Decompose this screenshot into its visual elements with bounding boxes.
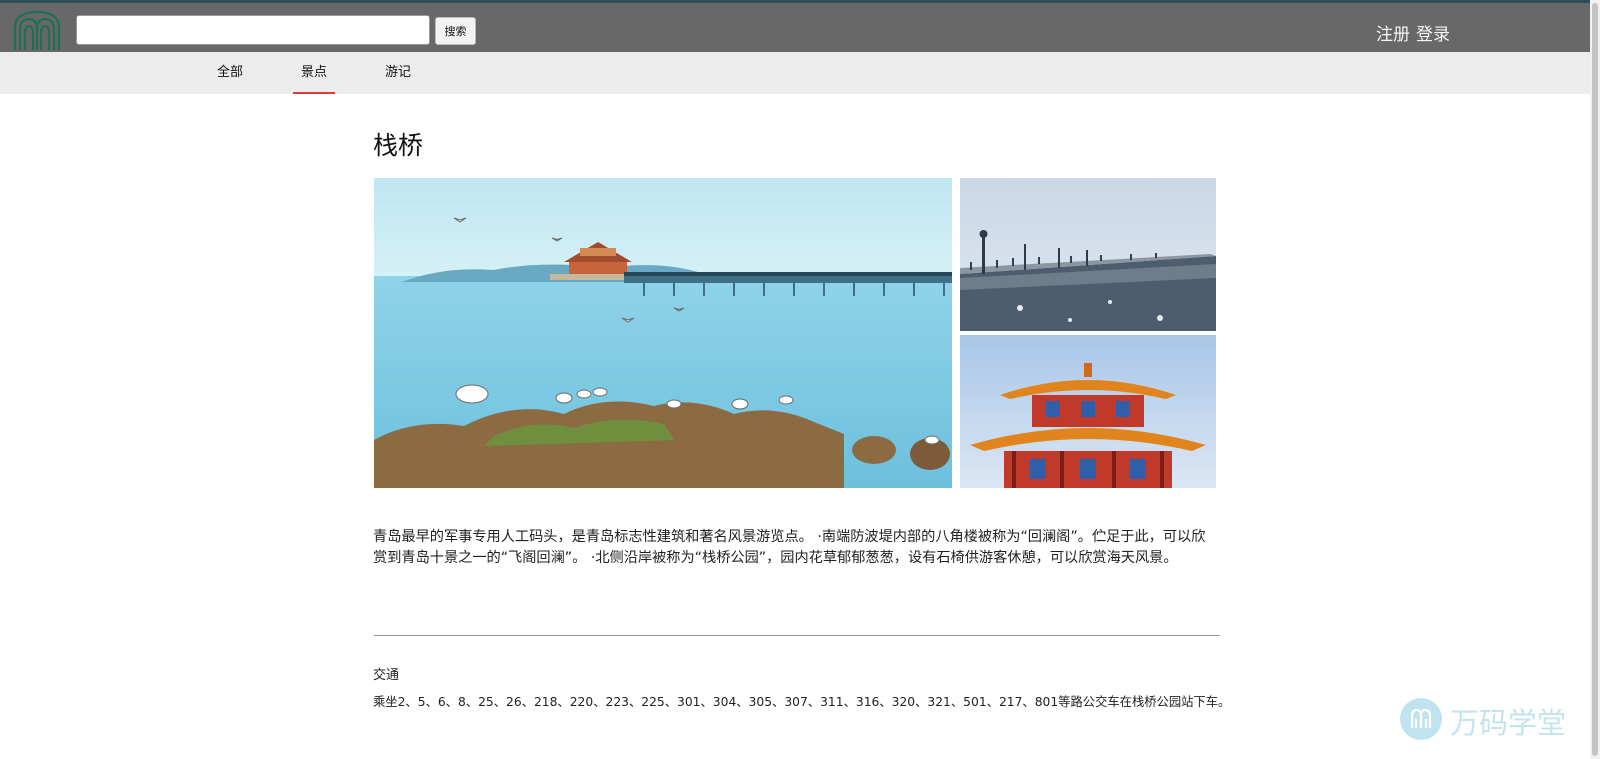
top-header: 搜索 注册 登录	[0, 0, 1600, 52]
page-title: 栈桥	[373, 131, 424, 160]
scrollbar-thumb[interactable]	[1592, 3, 1598, 756]
login-link[interactable]: 登录	[1416, 20, 1450, 45]
search-button[interactable]: 搜索	[435, 17, 476, 45]
scrollbar[interactable]	[1590, 0, 1600, 759]
category-nav: 全部 景点 游记	[0, 52, 1600, 94]
pavilion-photo[interactable]	[960, 335, 1216, 488]
transport-heading: 交通	[373, 668, 400, 683]
transport-info: 乘坐2、5、6、8、25、26、218、220、223、225、301、304、…	[373, 695, 1231, 709]
wanma-logo-icon	[1400, 698, 1442, 740]
search-input[interactable]	[76, 15, 430, 45]
logo-arch-icon[interactable]	[12, 8, 62, 52]
tab-all[interactable]: 全部	[208, 52, 252, 94]
attraction-description: 青岛最早的军事专用人工码头，是青岛标志性建筑和著名风景游览点。 ·南端防波堤内部…	[373, 529, 1206, 566]
watermark-text: 万码学堂	[1450, 706, 1567, 740]
tab-travel-notes[interactable]: 游记	[376, 52, 420, 94]
section-divider	[374, 635, 1220, 636]
register-link[interactable]: 注册	[1376, 20, 1410, 45]
tab-attractions[interactable]: 景点	[293, 52, 335, 94]
pier-fog-photo[interactable]	[960, 178, 1216, 331]
main-photo[interactable]	[374, 178, 952, 488]
